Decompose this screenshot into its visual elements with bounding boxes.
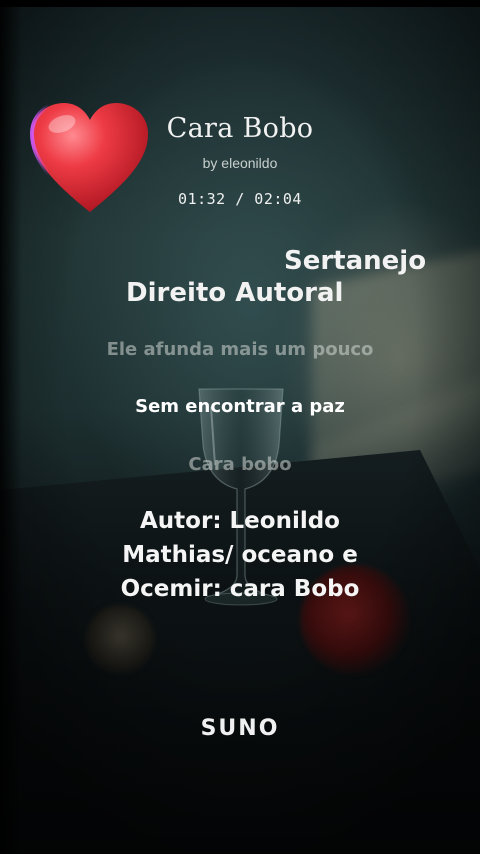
top-border bbox=[0, 0, 480, 7]
suno-watermark: SUNO bbox=[200, 716, 280, 741]
heart-icon bbox=[30, 100, 148, 214]
author-credit: Autor: Leonildo Mathias/ oceano e Ocemir… bbox=[120, 508, 360, 602]
song-title: Cara Bobo bbox=[166, 113, 314, 144]
copyright-label: Direito Autoral bbox=[126, 278, 344, 308]
lyric-next-line: Cara bobo bbox=[188, 454, 292, 475]
playback-time: 01:32 / 02:04 bbox=[178, 190, 302, 208]
genre-label: Sertanejo bbox=[284, 246, 427, 276]
artist-line: by eleonildo bbox=[202, 155, 278, 171]
lyric-previous-line: Ele afunda mais um pouco bbox=[106, 339, 374, 360]
lyric-current-line: Sem encontrar a paz bbox=[135, 396, 345, 417]
